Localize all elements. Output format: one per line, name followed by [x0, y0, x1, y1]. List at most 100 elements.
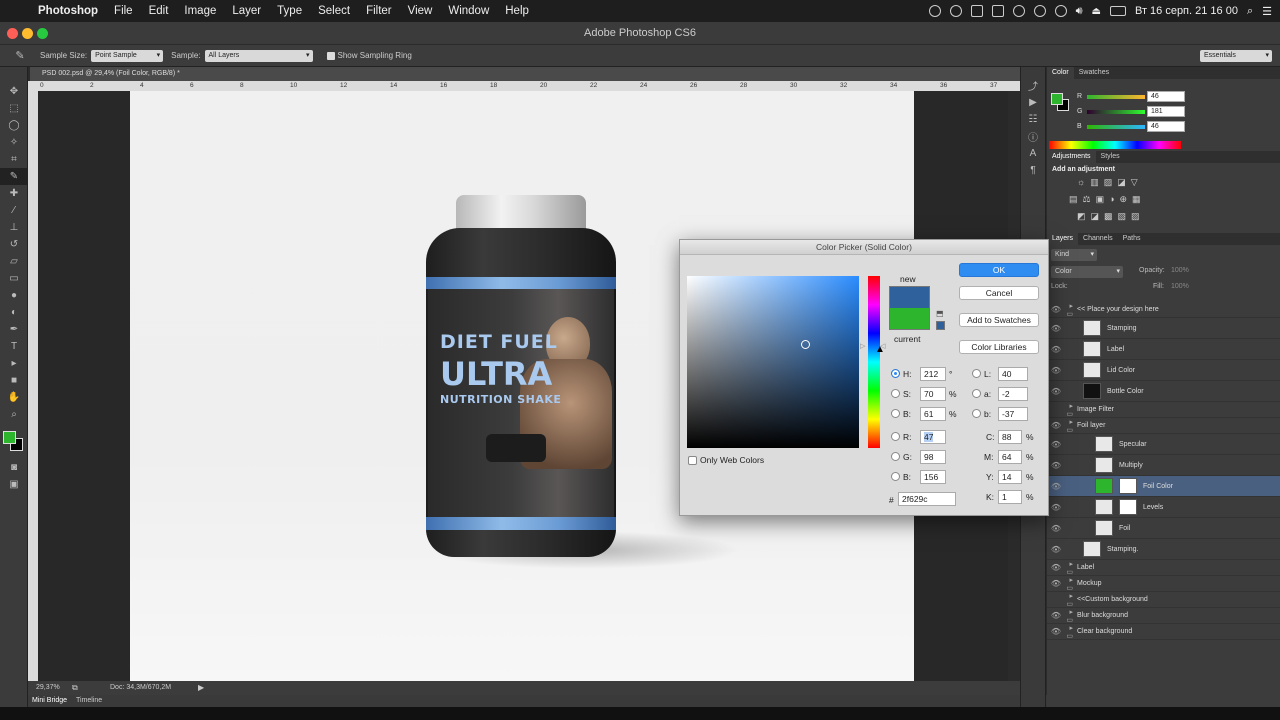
opacity-value[interactable]: 100%	[1171, 267, 1189, 274]
folder-icon[interactable]: ▸ ▭	[1065, 624, 1077, 640]
sample-select[interactable]: All Layers	[204, 49, 313, 62]
actions-panel-icon[interactable]: ▶	[1021, 94, 1045, 111]
visibility-eye-icon[interactable]: 👁︎	[1047, 461, 1065, 470]
visibility-eye-icon[interactable]: 👁︎	[1047, 305, 1065, 314]
screen-icon[interactable]	[991, 5, 1004, 17]
folder-icon[interactable]: ▸ ▭	[1065, 560, 1077, 576]
tab-styles[interactable]: Styles	[1096, 151, 1125, 163]
bluetooth-icon[interactable]	[1033, 5, 1046, 17]
layer-row[interactable]: 👁︎ ▸ ▭ Label	[1047, 560, 1280, 576]
document-tab[interactable]: PSD 002.psd @ 29,4% (Foil Color, RGB/8) …	[30, 67, 1020, 81]
visibility-eye-icon[interactable]: 👁︎	[1047, 611, 1065, 620]
add-to-swatches-button[interactable]: Add to Swatches	[959, 313, 1039, 327]
only-web-colors-checkbox[interactable]	[688, 456, 697, 465]
field-r[interactable]: 47	[920, 430, 946, 444]
zoom-tool-icon[interactable]: ⌕	[0, 406, 28, 423]
info-panel-icon[interactable]: ⓘ	[1021, 128, 1045, 145]
field-b3[interactable]: -37	[998, 407, 1028, 421]
radio-a[interactable]	[972, 389, 981, 398]
visibility-eye-icon[interactable]: 👁︎	[1047, 345, 1065, 354]
tab-adjustments[interactable]: Adjustments	[1047, 151, 1096, 163]
current-color-swatch[interactable]	[889, 308, 930, 330]
layer-row[interactable]: 👁︎ Foil	[1047, 518, 1280, 539]
status-share-icon[interactable]: ⧉	[72, 683, 78, 693]
menu-help[interactable]: Help	[497, 5, 537, 17]
field-c[interactable]: 88	[998, 430, 1022, 444]
type-tool-icon[interactable]: T	[0, 338, 28, 355]
status-arrow-icon[interactable]: ▶	[198, 683, 204, 692]
field-h[interactable]: 212	[920, 367, 946, 381]
visibility-eye-icon[interactable]: 👁︎	[1047, 366, 1065, 375]
radio-g[interactable]	[891, 452, 900, 461]
history-panel-icon[interactable]: ⤴	[1021, 77, 1045, 94]
record-icon[interactable]	[928, 5, 941, 17]
radio-s[interactable]	[891, 389, 900, 398]
horizontal-ruler[interactable]: 0 2 4 6 8 10 12 14 16 18 20 22 24 26 28 30 32 34 36 37	[38, 81, 1020, 91]
visibility-eye-icon[interactable]: 👁︎	[1047, 503, 1065, 512]
adjustments-row-2[interactable]: ▤⚖▣◑⊕▦	[1069, 194, 1146, 205]
tab-color[interactable]: Color	[1047, 67, 1074, 79]
minimize-icon[interactable]	[22, 28, 33, 39]
volume-icon[interactable]: 🔊︎	[1076, 5, 1083, 18]
stamp-tool-icon[interactable]: ⊥	[0, 219, 28, 236]
layer-row[interactable]: 👁︎ Foil Color	[1047, 476, 1280, 497]
layer-row[interactable]: ▸ ▭ <<Custom background	[1047, 592, 1280, 608]
layer-mask-thumbnail[interactable]	[1119, 499, 1137, 515]
spotlight-icon[interactable]: ⌕	[1247, 5, 1253, 18]
move-tool-icon[interactable]: ✥	[0, 83, 28, 100]
menu-image[interactable]: Image	[176, 5, 224, 17]
color-g-slider[interactable]	[1087, 110, 1145, 114]
radio-b3[interactable]	[972, 409, 981, 418]
folder-icon[interactable]: ▸ ▭	[1065, 592, 1077, 608]
wifi-icon[interactable]	[1012, 5, 1025, 17]
field-k[interactable]: 1	[998, 490, 1022, 504]
folder-icon[interactable]: ▸ ▭	[1065, 576, 1077, 592]
foreground-color[interactable]	[3, 431, 16, 444]
menu-filter[interactable]: Filter	[358, 5, 400, 17]
color-r-value[interactable]: 46	[1147, 91, 1185, 102]
history-brush-tool-icon[interactable]: ↺	[0, 236, 28, 253]
tab-channels[interactable]: Channels	[1078, 233, 1118, 245]
color-b-value[interactable]: 46	[1147, 121, 1185, 132]
menu-file[interactable]: File	[106, 5, 141, 17]
cancel-button[interactable]: Cancel	[959, 286, 1039, 300]
eraser-tool-icon[interactable]: ▱	[0, 253, 28, 270]
zoom-icon[interactable]	[37, 28, 48, 39]
color-swatches[interactable]	[0, 429, 27, 459]
field-y[interactable]: 14	[998, 470, 1022, 484]
layer-row[interactable]: 👁︎ ▸ ▭ << Place your design here	[1047, 302, 1280, 318]
layer-row[interactable]: 👁︎ Specular	[1047, 434, 1280, 455]
field-m[interactable]: 64	[998, 450, 1022, 464]
visibility-eye-icon[interactable]: 👁︎	[1047, 421, 1065, 430]
tab-timeline[interactable]: Timeline	[76, 697, 102, 704]
vertical-ruler[interactable]	[28, 81, 38, 681]
quick-mask-icon[interactable]: ◙	[0, 459, 28, 476]
layer-row[interactable]: 👁︎ Levels	[1047, 497, 1280, 518]
tab-paths[interactable]: Paths	[1118, 233, 1146, 245]
eject-icon[interactable]: ⏏	[1092, 6, 1101, 17]
field-l[interactable]: 40	[998, 367, 1028, 381]
layer-row[interactable]: 👁︎ Bottle Color	[1047, 381, 1280, 402]
visibility-eye-icon[interactable]: 👁︎	[1047, 440, 1065, 449]
path-select-tool-icon[interactable]: ▸	[0, 355, 28, 372]
layer-row[interactable]: 👁︎ Label	[1047, 339, 1280, 360]
folder-icon[interactable]: ▸ ▭	[1065, 608, 1077, 624]
eyedropper-icon[interactable]: ✎	[0, 49, 40, 62]
show-ring-checkbox[interactable]: Show Sampling Ring	[326, 51, 412, 60]
blend-mode-select[interactable]: Color	[1051, 266, 1123, 278]
time-machine-icon[interactable]	[1054, 5, 1067, 17]
marquee-tool-icon[interactable]: ⬚	[0, 100, 28, 117]
layer-mask-thumbnail[interactable]	[1119, 478, 1137, 494]
eye-status-icon[interactable]	[949, 5, 962, 17]
gamut-warning-icon[interactable]: ⬒	[936, 309, 944, 318]
menu-type[interactable]: Type	[269, 5, 310, 17]
screen-mode-icon[interactable]: ▣	[0, 476, 28, 493]
visibility-eye-icon[interactable]: 👁︎	[1047, 563, 1065, 572]
color-r-slider[interactable]	[1087, 95, 1145, 99]
display-icon[interactable]	[970, 5, 983, 17]
menu-window[interactable]: Window	[440, 5, 497, 17]
menu-layer[interactable]: Layer	[224, 5, 269, 17]
tab-layers[interactable]: Layers	[1047, 233, 1079, 245]
lasso-tool-icon[interactable]: ◯	[0, 117, 28, 134]
radio-h[interactable]	[891, 369, 900, 378]
